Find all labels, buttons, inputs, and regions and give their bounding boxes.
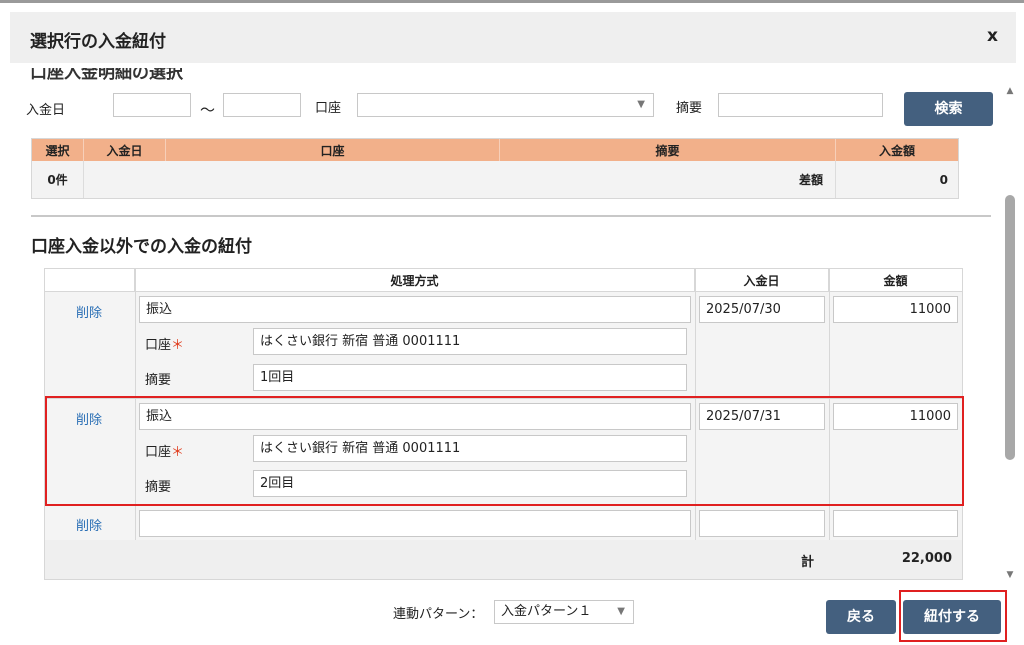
search-memo-label: 摘要 [676, 101, 703, 116]
method-input-row-3[interactable] [139, 510, 691, 537]
col-header-account: 口座 [166, 139, 500, 161]
total-label: 計 [801, 555, 815, 570]
delete-link-row-1[interactable]: 削除 [76, 302, 102, 321]
memo-input-row-1[interactable]: 1回目 [253, 364, 687, 391]
search-date-to-input[interactable] [223, 93, 301, 117]
col-header-method: 処理方式 [135, 269, 695, 292]
deposit-table: 選択 入金日 口座 摘要 入金額 0件 差額 0 [31, 138, 959, 199]
search-button[interactable]: 検索 [904, 92, 993, 126]
back-button[interactable]: 戻る [826, 600, 896, 634]
date-input-row-1[interactable]: 2025/07/30 [699, 296, 825, 323]
dialog-titlebar: 選択行の入金紐付 x [10, 12, 1016, 63]
search-account-select[interactable]: ▼ [357, 93, 654, 117]
clipped-heading: 口座入金明細の選択 [30, 68, 183, 80]
account-input-row-1[interactable]: はくさい銀行 新宿 普通 0001111 [253, 328, 687, 355]
pattern-label: 連動パターン： [393, 607, 484, 622]
scrollbar-thumb[interactable] [1005, 195, 1015, 460]
total-value: 22,000 [901, 551, 952, 566]
total-row: 計 22,000 [45, 540, 962, 579]
chevron-down-icon: ▼ [617, 606, 625, 617]
required-mark: ＊ [171, 338, 185, 353]
section-divider [31, 215, 991, 217]
window-top-border [0, 0, 1024, 3]
deposit-table-summary-row: 0件 差額 0 [32, 161, 958, 198]
link-button[interactable]: 紐付する [903, 600, 1001, 634]
method-input-row-1[interactable]: 振込 [139, 296, 691, 323]
section-title: 口座入金以外での入金の紐付 [31, 237, 252, 257]
col-header-select: 選択 [32, 139, 84, 161]
col-header-memo: 摘要 [500, 139, 836, 161]
scroll-up-icon[interactable]: ▲ [1003, 86, 1017, 98]
chevron-down-icon: ▼ [637, 99, 645, 110]
col-header-blank [45, 269, 135, 292]
highlight-row-2 [45, 396, 964, 506]
delete-link-row-3[interactable]: 削除 [76, 515, 102, 534]
memo-label-row-1: 摘要 [145, 373, 172, 388]
scroll-down-icon[interactable]: ▼ [1003, 570, 1017, 582]
col-header-date: 入金日 [695, 269, 829, 292]
account-label-row-1: 口座＊ [145, 338, 185, 353]
col-header-date: 入金日 [84, 139, 166, 161]
search-memo-input[interactable] [718, 93, 883, 117]
close-icon[interactable]: x [987, 26, 998, 46]
deposit-table-header: 選択 入金日 口座 摘要 入金額 [32, 139, 958, 161]
dialog-title: 選択行の入金紐付 [30, 32, 166, 52]
other-table-header: 処理方式 入金日 金額 [45, 269, 962, 292]
search-date-label: 入金日 [26, 103, 66, 118]
amount-input-row-1[interactable]: 11000 [833, 296, 958, 323]
search-date-from-input[interactable] [113, 93, 191, 117]
col-header-amount: 入金額 [878, 143, 915, 158]
date-input-row-3[interactable] [699, 510, 825, 537]
diff-label: 差額 [84, 161, 836, 198]
diff-value: 0 [939, 172, 948, 187]
pattern-select[interactable]: 入金パターン１ ▼ [494, 600, 634, 624]
amount-input-row-3[interactable] [833, 510, 958, 537]
search-account-label: 口座 [315, 101, 342, 116]
date-range-tilde: ～ [200, 101, 216, 119]
col-header-amount: 金額 [883, 274, 908, 288]
deposit-count: 0件 [32, 161, 84, 198]
